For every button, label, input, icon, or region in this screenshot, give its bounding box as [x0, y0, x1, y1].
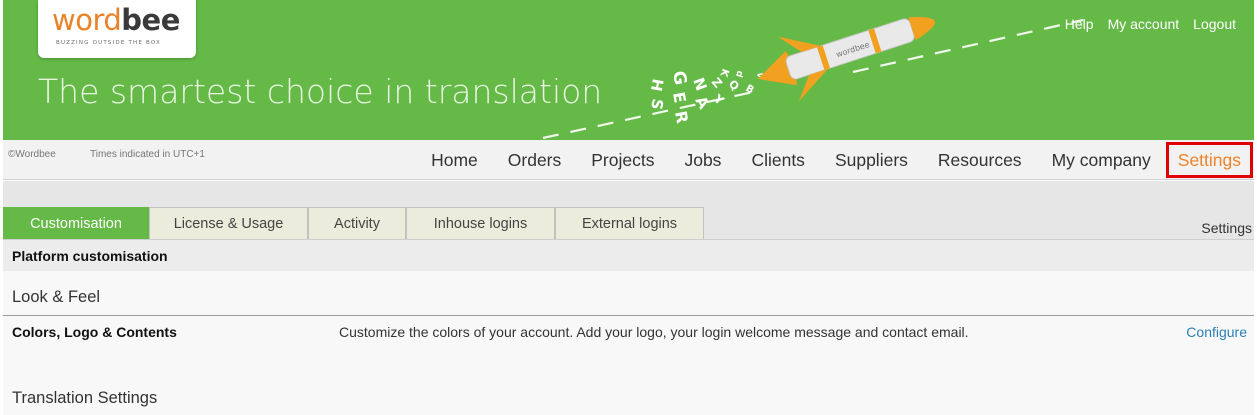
customisation-panel: Platform customisation Look & Feel Color…	[3, 239, 1254, 415]
my-account-link[interactable]: My account	[1108, 16, 1180, 32]
tab-customisation[interactable]: Customisation	[3, 207, 149, 240]
app-frame: wordbee BUZZING OUTSIDE THE BOX The smar…	[3, 0, 1254, 415]
nav-clients[interactable]: Clients	[736, 140, 820, 180]
banner-tagline: The smartest choice in translation	[38, 72, 603, 111]
group-divider	[3, 315, 1254, 316]
logout-link[interactable]: Logout	[1193, 16, 1236, 32]
nav-resources[interactable]: Resources	[923, 140, 1037, 180]
nav-jobs[interactable]: Jobs	[669, 140, 736, 180]
setting-description: Customize the colors of your account. Ad…	[339, 324, 969, 340]
svg-text:Z: Z	[709, 75, 726, 91]
logo-tagline: BUZZING OUTSIDE THE BOX	[56, 40, 162, 46]
tab-external-logins[interactable]: External logins	[555, 207, 704, 240]
header-banner: wordbee BUZZING OUTSIDE THE BOX The smar…	[3, 0, 1254, 140]
nav-suppliers[interactable]: Suppliers	[820, 140, 923, 180]
svg-text:N: N	[689, 75, 710, 93]
section-header: Platform customisation	[3, 240, 1254, 271]
timezone-info: Times indicated in UTC+1	[90, 149, 205, 160]
main-navbar: ©Wordbee Times indicated in UTC+1 Home O…	[3, 140, 1254, 180]
tab-activity[interactable]: Activity	[308, 207, 406, 240]
svg-text:E: E	[669, 90, 690, 104]
logo-wordmark: wordbee	[52, 3, 180, 37]
nav-settings[interactable]: Settings	[1165, 142, 1253, 178]
settings-tabs: Customisation License & Usage Activity I…	[3, 207, 704, 240]
nav-menu: Home Orders Projects Jobs Clients Suppli…	[416, 140, 1254, 180]
group-title-translation-settings: Translation Settings	[12, 389, 158, 407]
setting-name: Colors, Logo & Contents	[12, 324, 177, 340]
help-link[interactable]: Help	[1065, 16, 1094, 32]
svg-text:Q: Q	[726, 77, 742, 93]
breadcrumb: Settings	[1201, 220, 1252, 236]
svg-text:S: S	[647, 97, 667, 111]
svg-text:A: A	[692, 93, 714, 112]
svg-text:Y: Y	[710, 91, 727, 108]
section-title: Platform customisation	[12, 248, 168, 264]
tab-license-usage[interactable]: License & Usage	[149, 207, 308, 240]
nav-home[interactable]: Home	[416, 140, 493, 180]
copyright-text: ©Wordbee	[8, 149, 56, 160]
nav-orders[interactable]: Orders	[493, 140, 576, 180]
nav-my-company[interactable]: My company	[1037, 140, 1166, 180]
configure-link[interactable]: Configure	[1186, 324, 1247, 340]
top-links: Help My account Logout	[1065, 16, 1236, 32]
svg-text:H: H	[647, 77, 667, 92]
group-title-look-feel: Look & Feel	[12, 288, 101, 306]
svg-text:R: R	[671, 109, 692, 124]
wordbee-logo[interactable]: wordbee BUZZING OUTSIDE THE BOX	[38, 0, 196, 58]
nav-projects[interactable]: Projects	[576, 140, 669, 180]
svg-text:G: G	[668, 69, 690, 86]
tab-inhouse-logins[interactable]: Inhouse logins	[406, 207, 555, 240]
